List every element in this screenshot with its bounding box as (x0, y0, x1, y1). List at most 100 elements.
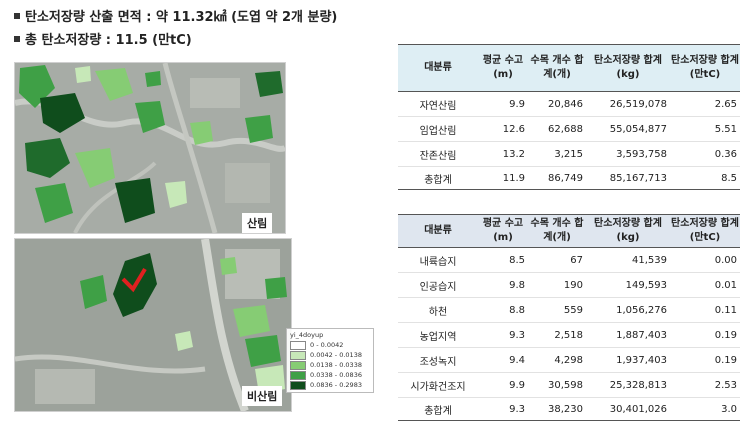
total-cell-category: 총합계 (398, 397, 478, 421)
table-row: 시가화건조지 9.9 30,598 25,328,813 2.53 (398, 372, 740, 398)
forest-map (14, 62, 286, 234)
total-cell-category: 총합계 (398, 166, 478, 190)
total-cell-tree-count: 86,749 (528, 166, 586, 190)
table-row: 인공습지 9.8 190 149,593 0.01 (398, 272, 740, 298)
forest-map-image (15, 63, 285, 233)
cell-carbon-tc: 0.19 (670, 322, 740, 348)
cell-category: 잔존산림 (398, 141, 478, 167)
cell-avg-height: 9.3 (478, 322, 528, 348)
legend-item: 0.0338 - 0.0836 (290, 370, 370, 380)
legend-swatch (290, 350, 306, 360)
cell-carbon-tc: 5.51 (670, 116, 740, 142)
cell-tree-count: 67 (528, 247, 586, 273)
table-total-row: 총합계 11.9 86,749 85,167,713 8.5 (398, 166, 740, 190)
headline-total: 총 탄소저장량 : 11.5 (만tC) (14, 29, 192, 48)
cell-carbon-tc: 0.01 (670, 272, 740, 298)
table-row: 농업지역 9.3 2,518 1,887,403 0.19 (398, 322, 740, 348)
cell-tree-count: 2,518 (528, 322, 586, 348)
cell-carbon-kg: 1,887,403 (586, 322, 670, 348)
cell-carbon-kg: 1,056,276 (586, 297, 670, 323)
header-avg-height: 평균 수고(m) (478, 214, 528, 248)
cell-category: 내륙습지 (398, 247, 478, 273)
cell-carbon-kg: 3,593,758 (586, 141, 670, 167)
cell-carbon-kg: 149,593 (586, 272, 670, 298)
legend-swatch (290, 380, 306, 390)
table-header-row: 대분류 평균 수고(m) 수목 개수 합계(개) 탄소저장량 합계(kg) 탄소… (398, 214, 740, 248)
table-row: 자연산림 9.9 20,846 26,519,078 2.65 (398, 91, 740, 117)
legend-swatch (290, 370, 306, 380)
cell-avg-height: 9.8 (478, 272, 528, 298)
cell-tree-count: 559 (528, 297, 586, 323)
cell-tree-count: 3,215 (528, 141, 586, 167)
cell-category: 하천 (398, 297, 478, 323)
table-row: 임업산림 12.6 62,688 55,054,877 5.51 (398, 116, 740, 142)
cell-carbon-kg: 55,054,877 (586, 116, 670, 142)
table-row: 하천 8.8 559 1,056,276 0.11 (398, 297, 740, 323)
headline-area: 탄소저장량 산출 면적 : 약 11.32㎢ (도엽 약 2개 분량) (14, 6, 337, 25)
table-total-row: 총합계 9.3 38,230 30,401,026 3.0 (398, 397, 740, 421)
cell-carbon-tc: 2.53 (670, 372, 740, 398)
cell-avg-height: 8.8 (478, 297, 528, 323)
cell-avg-height: 8.5 (478, 247, 528, 273)
cell-carbon-kg: 41,539 (586, 247, 670, 273)
legend-title: yi_4doyup (290, 331, 324, 339)
bullet-square-icon (14, 12, 20, 19)
legend-label: 0.0836 - 0.2983 (310, 381, 362, 389)
cell-category: 시가화건조지 (398, 372, 478, 398)
headline-area-text: 탄소저장량 산출 면적 : 약 11.32㎢ (도엽 약 2개 분량) (25, 10, 338, 25)
total-cell-carbon-tc: 3.0 (670, 397, 740, 421)
cell-avg-height: 12.6 (478, 116, 528, 142)
cell-tree-count: 62,688 (528, 116, 586, 142)
table-row: 조성녹지 9.4 4,298 1,937,403 0.19 (398, 347, 740, 373)
cell-category: 조성녹지 (398, 347, 478, 373)
total-cell-carbon-kg: 85,167,713 (586, 166, 670, 190)
cell-carbon-kg: 1,937,403 (586, 347, 670, 373)
header-carbon-tc: 탄소저장량 합계(만tC) (670, 44, 740, 92)
legend-label: 0.0042 - 0.0138 (310, 351, 362, 359)
cell-carbon-tc: 2.65 (670, 91, 740, 117)
total-cell-avg-height: 11.9 (478, 166, 528, 190)
header-category: 대분류 (398, 44, 478, 92)
cell-tree-count: 4,298 (528, 347, 586, 373)
legend-label: 0.0338 - 0.0836 (310, 371, 362, 379)
cell-carbon-kg: 25,328,813 (586, 372, 670, 398)
legend-swatch (290, 360, 306, 370)
cell-category: 자연산림 (398, 91, 478, 117)
cell-carbon-tc: 0.00 (670, 247, 740, 273)
legend-item: 0.0042 - 0.0138 (290, 350, 370, 360)
total-cell-tree-count: 38,230 (528, 397, 586, 421)
header-tree-count: 수목 개수 합계(개) (528, 214, 586, 248)
cell-category: 임업산림 (398, 116, 478, 142)
total-cell-avg-height: 9.3 (478, 397, 528, 421)
headline-total-text: 총 탄소저장량 : 11.5 (만tC) (25, 33, 192, 48)
cell-carbon-kg: 26,519,078 (586, 91, 670, 117)
cell-avg-height: 9.9 (478, 372, 528, 398)
legend-item: 0.0836 - 0.2983 (290, 380, 370, 390)
header-carbon-kg: 탄소저장량 합계(kg) (586, 44, 670, 92)
total-cell-carbon-kg: 30,401,026 (586, 397, 670, 421)
legend-label: 0.0138 - 0.0338 (310, 361, 362, 369)
header-tree-count: 수목 개수 합계(개) (528, 44, 586, 92)
cell-avg-height: 9.9 (478, 91, 528, 117)
header-carbon-kg: 탄소저장량 합계(kg) (586, 214, 670, 248)
cell-carbon-tc: 0.11 (670, 297, 740, 323)
forest-map-label: 산림 (242, 213, 273, 233)
cell-avg-height: 9.4 (478, 347, 528, 373)
nonforest-map-label: 비산림 (242, 386, 283, 406)
bullet-square-icon (14, 35, 20, 42)
cell-carbon-tc: 0.36 (670, 141, 740, 167)
nonforest-carbon-table: 대분류 평균 수고(m) 수목 개수 합계(개) 탄소저장량 합계(kg) 탄소… (398, 214, 740, 421)
cell-tree-count: 190 (528, 272, 586, 298)
legend-swatch (290, 340, 306, 350)
legend-item: 0 - 0.0042 (290, 340, 370, 350)
table-row: 내륙습지 8.5 67 41,539 0.00 (398, 247, 740, 273)
table-header-row: 대분류 평균 수고(m) 수목 개수 합계(개) 탄소저장량 합계(kg) 탄소… (398, 44, 740, 92)
table-row: 잔존산림 13.2 3,215 3,593,758 0.36 (398, 141, 740, 167)
cell-carbon-tc: 0.19 (670, 347, 740, 373)
header-carbon-tc: 탄소저장량 합계(만tC) (670, 214, 740, 248)
legend-item: 0.0138 - 0.0338 (290, 360, 370, 370)
header-avg-height: 평균 수고(m) (478, 44, 528, 92)
cell-avg-height: 13.2 (478, 141, 528, 167)
map-legend: yi_4doyup 0 - 0.0042 0.0042 - 0.0138 0.013… (286, 328, 374, 393)
total-cell-carbon-tc: 8.5 (670, 166, 740, 190)
